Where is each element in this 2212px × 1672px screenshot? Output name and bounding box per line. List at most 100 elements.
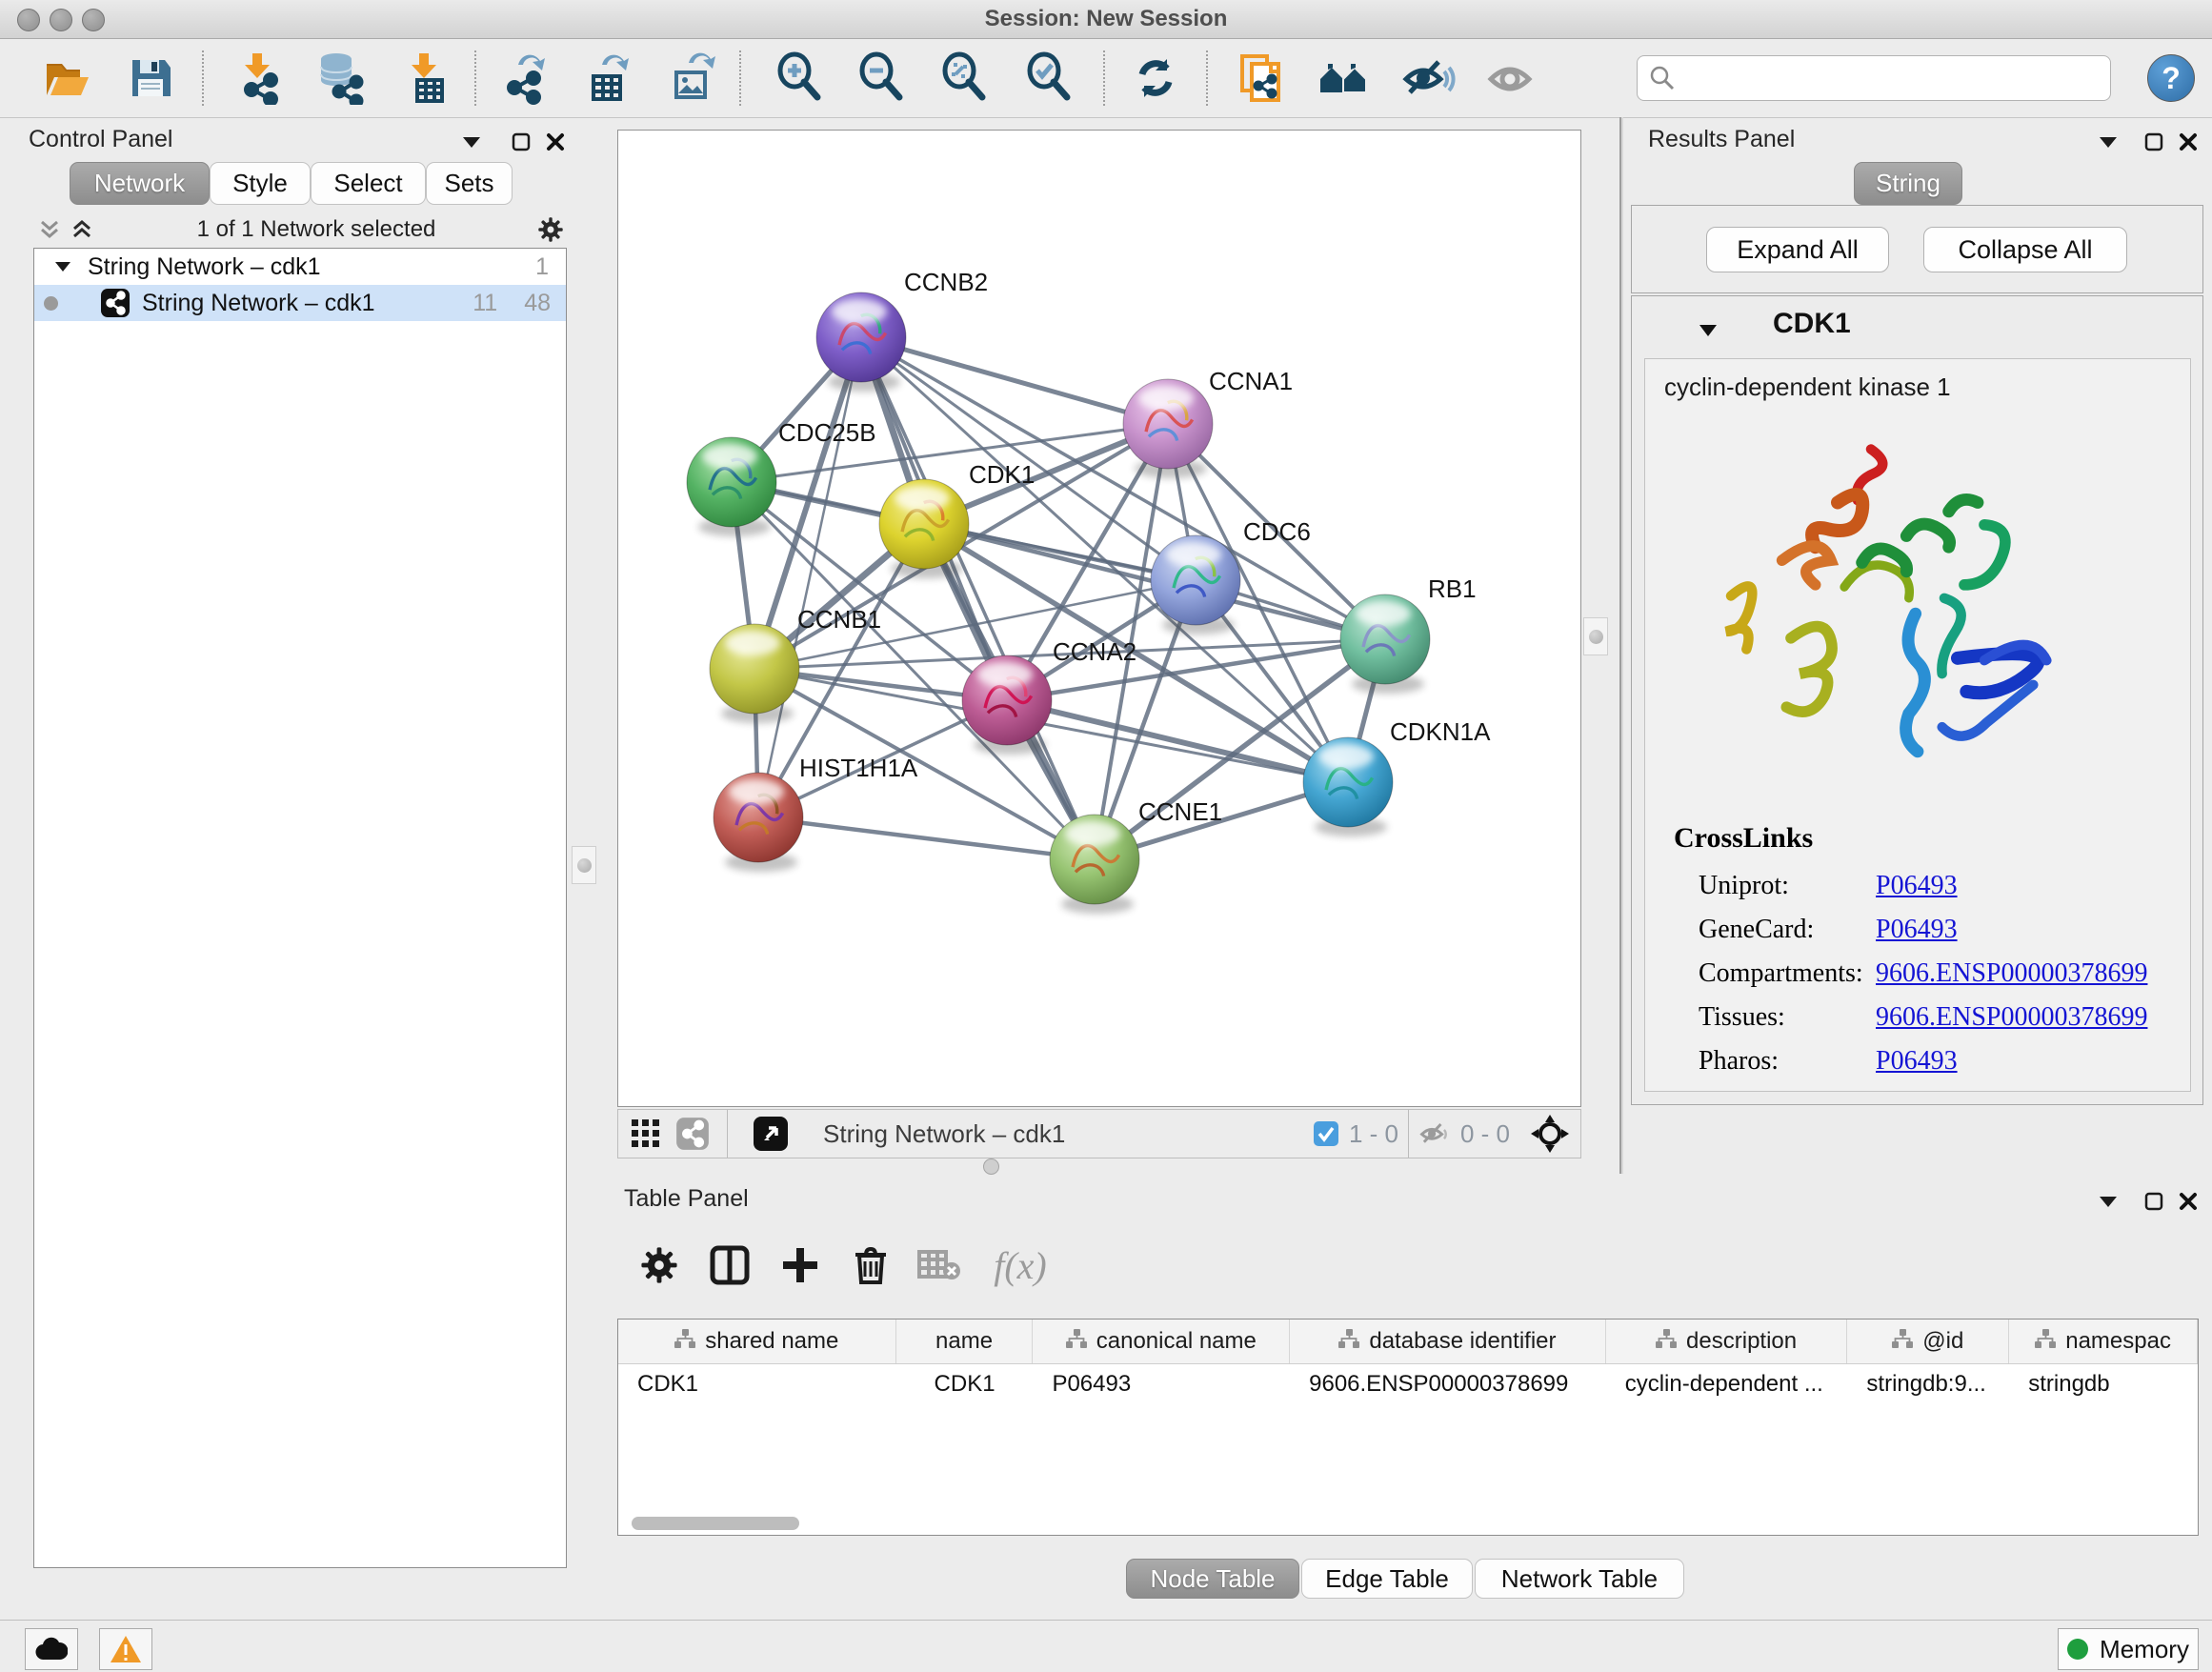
table-settings-gear-icon[interactable] bbox=[633, 1239, 686, 1292]
network-collection-row[interactable]: String Network – cdk1 1 bbox=[34, 249, 566, 285]
delete-table-icon[interactable] bbox=[913, 1239, 966, 1292]
column-header-shared-name[interactable]: shared name bbox=[618, 1319, 896, 1363]
crosslink-link[interactable]: 9606.ENSP00000378699 bbox=[1876, 958, 2147, 989]
table-panel-float-icon[interactable] bbox=[2138, 1187, 2170, 1216]
clone-network-icon[interactable] bbox=[1233, 50, 1288, 106]
network-node-CCNB1[interactable] bbox=[710, 624, 799, 723]
show-column-panel-icon[interactable] bbox=[703, 1239, 756, 1292]
first-neighbors-icon[interactable] bbox=[1317, 50, 1372, 106]
control-panel-menu-icon[interactable] bbox=[455, 128, 488, 156]
edge-HIST1H1A-CCNE1[interactable] bbox=[758, 817, 1095, 859]
tab-edge-table[interactable]: Edge Table bbox=[1301, 1559, 1473, 1599]
open-session-icon[interactable] bbox=[39, 50, 94, 106]
crosslink-link[interactable]: P06493 bbox=[1876, 915, 1958, 945]
tab-node-table[interactable]: Node Table bbox=[1126, 1559, 1299, 1599]
edge-HIST1H1A-CCNB2[interactable] bbox=[758, 337, 861, 817]
entry-expander-icon[interactable] bbox=[1699, 323, 1718, 337]
import-table-icon[interactable] bbox=[397, 50, 452, 106]
network-node-CDC6[interactable] bbox=[1151, 535, 1240, 635]
crosslink-link[interactable]: 9606.ENSP00000378699 bbox=[1876, 1002, 2147, 1033]
table-cell[interactable]: stringdb:9... bbox=[1847, 1364, 2009, 1404]
memory-button[interactable]: Memory bbox=[2058, 1628, 2199, 1670]
tab-sets[interactable]: Sets bbox=[426, 162, 513, 205]
tab-select[interactable]: Select bbox=[311, 162, 426, 205]
warnings-button[interactable] bbox=[99, 1628, 152, 1670]
refresh-icon[interactable] bbox=[1128, 50, 1183, 106]
network-node-CDC25B[interactable] bbox=[687, 437, 776, 536]
delete-column-trash-icon[interactable] bbox=[844, 1239, 897, 1292]
table-cell[interactable]: P06493 bbox=[1033, 1364, 1290, 1404]
network-node-CCNB2[interactable] bbox=[816, 292, 906, 392]
zoom-selected-icon[interactable] bbox=[1022, 50, 1077, 106]
grid-view-icon[interactable] bbox=[632, 1119, 660, 1148]
hide-selected-eye-icon[interactable] bbox=[1400, 50, 1456, 106]
control-panel-float-icon[interactable] bbox=[505, 128, 537, 156]
table-cell[interactable]: CDK1 bbox=[896, 1364, 1034, 1404]
horizontal-scrollbar-thumb[interactable] bbox=[632, 1517, 799, 1530]
network-options-gear-icon[interactable] bbox=[534, 215, 567, 244]
export-table-icon[interactable] bbox=[579, 50, 634, 106]
table-panel-menu-icon[interactable] bbox=[2092, 1187, 2124, 1216]
tab-string[interactable]: String bbox=[1854, 162, 1962, 205]
collapse-all-button[interactable]: Collapse All bbox=[1923, 227, 2127, 272]
network-node-RB1[interactable] bbox=[1340, 594, 1430, 694]
column-header-@id[interactable]: @id bbox=[1847, 1319, 2009, 1363]
table-cell[interactable]: CDK1 bbox=[618, 1364, 896, 1404]
column-header-database-identifier[interactable]: database identifier bbox=[1290, 1319, 1606, 1363]
crosslink-link[interactable]: P06493 bbox=[1876, 1046, 1958, 1077]
network-node-CDK1[interactable] bbox=[879, 479, 969, 578]
tab-style[interactable]: Style bbox=[210, 162, 311, 205]
function-builder-icon[interactable]: f(x) bbox=[977, 1239, 1063, 1292]
table-panel-close-icon[interactable] bbox=[2172, 1187, 2204, 1216]
results-panel-float-icon[interactable] bbox=[2138, 128, 2170, 156]
horizontal-splitter-handle[interactable] bbox=[983, 1158, 999, 1175]
search-input[interactable] bbox=[1683, 63, 2110, 94]
export-network-icon[interactable] bbox=[497, 50, 553, 106]
export-image-icon[interactable] bbox=[664, 50, 719, 106]
table-cell[interactable]: 9606.ENSP00000378699 bbox=[1290, 1364, 1606, 1404]
network-node-CDKN1A[interactable] bbox=[1303, 737, 1393, 836]
column-header-name[interactable]: name bbox=[896, 1319, 1034, 1363]
birdseye-view-icon[interactable] bbox=[753, 1116, 789, 1152]
network-row[interactable]: String Network – cdk1 11 48 bbox=[34, 285, 566, 321]
import-network-icon[interactable] bbox=[231, 50, 286, 106]
show-all-eye-icon[interactable] bbox=[1483, 50, 1538, 106]
column-header-description[interactable]: description bbox=[1606, 1319, 1848, 1363]
left-splitter-handle[interactable] bbox=[572, 846, 596, 884]
network-node-CCNA2[interactable] bbox=[962, 655, 1052, 755]
tab-network-table[interactable]: Network Table bbox=[1475, 1559, 1684, 1599]
network-canvas[interactable]: CCNB2CCNA1CDC25BCDK1CDC6RB1CCNB1CCNA2CDK… bbox=[617, 130, 1581, 1107]
selected-checkbox-icon[interactable] bbox=[1313, 1120, 1339, 1147]
zoom-out-icon[interactable] bbox=[855, 50, 910, 106]
table-row[interactable]: CDK1CDK1P064939606.ENSP00000378699cyclin… bbox=[618, 1364, 2198, 1404]
expand-all-networks-icon[interactable] bbox=[66, 215, 98, 244]
help-button[interactable]: ? bbox=[2147, 54, 2195, 102]
column-header-namespac[interactable]: namespac bbox=[2009, 1319, 2198, 1363]
network-node-HIST1H1A[interactable] bbox=[714, 773, 803, 872]
right-splitter-handle[interactable] bbox=[1583, 617, 1608, 655]
column-header-canonical-name[interactable]: canonical name bbox=[1033, 1319, 1290, 1363]
add-column-icon[interactable] bbox=[774, 1239, 827, 1292]
control-panel-close-icon[interactable] bbox=[539, 128, 572, 156]
collection-expander-icon[interactable] bbox=[55, 261, 70, 272]
zoom-in-icon[interactable] bbox=[773, 50, 828, 106]
crosslink-link[interactable]: P06493 bbox=[1876, 871, 1958, 901]
network-node-CCNA1[interactable] bbox=[1123, 379, 1213, 478]
expand-all-button[interactable]: Expand All bbox=[1706, 227, 1889, 272]
table-cell[interactable]: stringdb bbox=[2009, 1364, 2198, 1404]
selected-counts: 1 - 0 bbox=[1349, 1119, 1398, 1149]
results-panel-close-icon[interactable] bbox=[2172, 128, 2204, 156]
zoom-fit-icon[interactable] bbox=[937, 50, 993, 106]
table-cell[interactable]: cyclin-dependent ... bbox=[1606, 1364, 1848, 1404]
collapse-all-networks-icon[interactable] bbox=[33, 215, 66, 244]
network-graph[interactable]: CCNB2CCNA1CDC25BCDK1CDC6RB1CCNB1CCNA2CDK… bbox=[618, 131, 1579, 1105]
cloud-button[interactable] bbox=[25, 1628, 78, 1670]
network-node-CCNE1[interactable] bbox=[1050, 815, 1139, 914]
search-field[interactable] bbox=[1637, 55, 2111, 101]
tab-network[interactable]: Network bbox=[70, 162, 210, 205]
network-view-icon[interactable] bbox=[675, 1117, 710, 1151]
fit-selected-crosshair-icon[interactable] bbox=[1531, 1115, 1569, 1153]
save-session-icon[interactable] bbox=[123, 50, 178, 106]
import-network-database-icon[interactable] bbox=[311, 50, 366, 106]
results-panel-menu-icon[interactable] bbox=[2092, 128, 2124, 156]
